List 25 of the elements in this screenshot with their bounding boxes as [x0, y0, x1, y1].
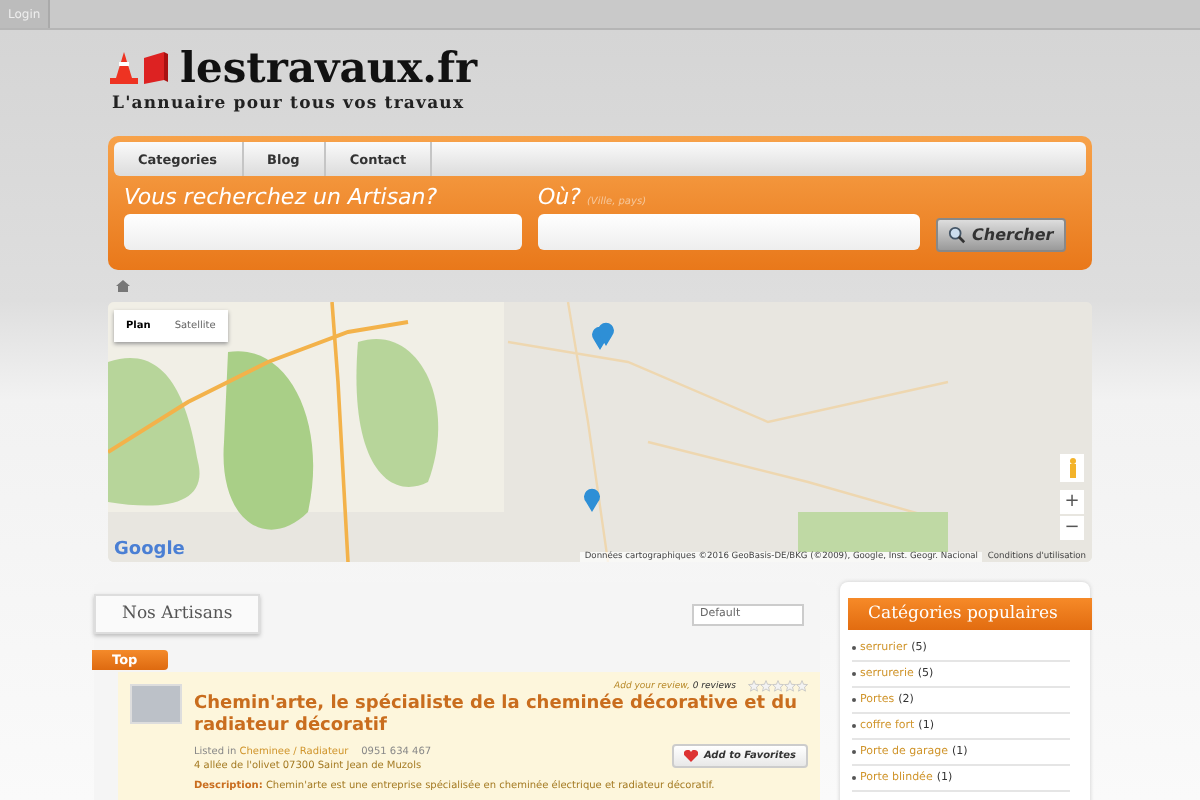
- home-icon[interactable]: [116, 280, 130, 292]
- map-pin-icon[interactable]: [584, 488, 600, 512]
- search-button[interactable]: Chercher: [936, 218, 1066, 252]
- google-logo: Google: [114, 540, 185, 560]
- site-tagline: L'annuaire pour tous vos travaux: [112, 94, 467, 114]
- site-name[interactable]: lestravaux.fr: [180, 46, 478, 90]
- sidebar-title: Catégories populaires: [848, 598, 1092, 630]
- star-icon[interactable]: [784, 680, 796, 692]
- pegman-icon[interactable]: [1060, 454, 1084, 482]
- logo-icon: [108, 50, 172, 86]
- zoom-in-button[interactable]: +: [1060, 490, 1084, 514]
- listing-title[interactable]: Chemin'arte, le spécialiste de la cheminée décorative et du radiateur décoratif: [194, 694, 808, 738]
- zoom-out-button[interactable]: −: [1060, 516, 1084, 540]
- location-field[interactable]: [538, 214, 920, 250]
- star-icon[interactable]: [760, 680, 772, 692]
- section-title: Nos Artisans: [94, 594, 261, 634]
- search-label: Vous recherchez un Artisan?: [124, 184, 440, 210]
- heart-icon: [683, 750, 698, 762]
- star-icon[interactable]: [748, 680, 760, 692]
- search-icon: [948, 226, 966, 244]
- star-icon[interactable]: [772, 680, 784, 692]
- map-pin-icon[interactable]: [592, 322, 614, 350]
- photo-placeholder: [130, 684, 182, 724]
- star-icon[interactable]: [796, 680, 808, 692]
- search-field[interactable]: [124, 214, 522, 250]
